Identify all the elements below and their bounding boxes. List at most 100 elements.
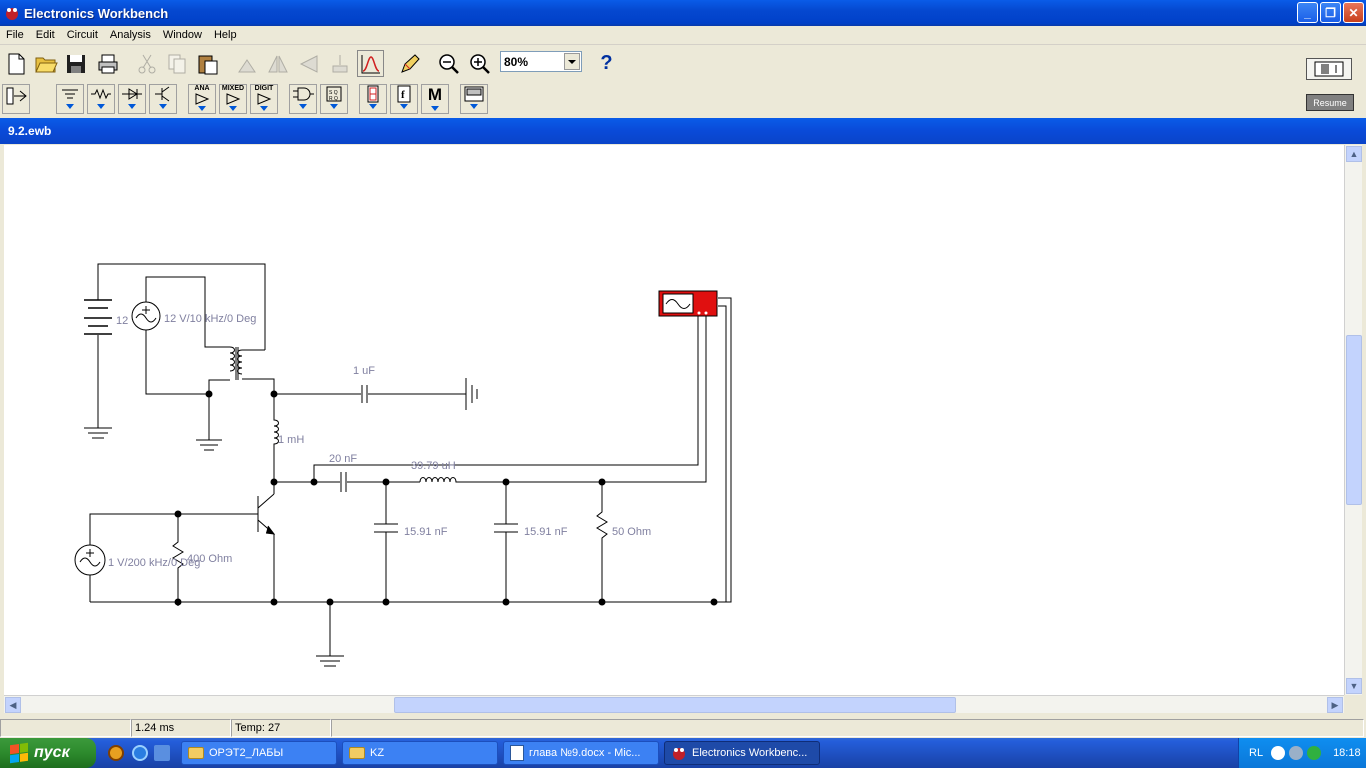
create-subcircuit-button[interactable]: [396, 50, 423, 77]
help-icon: ?: [600, 52, 613, 74]
tray-expand-icon[interactable]: [1271, 746, 1286, 760]
scroll-left-button[interactable]: ◀: [5, 697, 21, 713]
open-button[interactable]: [32, 50, 59, 77]
menu-window[interactable]: Window: [157, 29, 208, 41]
capacitor-3-label: 15.91 nF: [404, 526, 448, 538]
flip-vertical-button[interactable]: [295, 50, 322, 77]
printer-icon: [98, 54, 117, 73]
zoom-out-button[interactable]: [435, 50, 462, 77]
parts-bin-digital[interactable]: S QR Q: [320, 84, 348, 114]
diode-icon: [122, 88, 142, 100]
parts-bin-logic-gates[interactable]: [289, 84, 317, 114]
parts-bin-controls[interactable]: f: [390, 84, 418, 114]
oscilloscope[interactable]: [658, 290, 718, 317]
parts-bin-favorites[interactable]: [2, 84, 30, 114]
zoom-select[interactable]: 80%: [500, 51, 582, 72]
parts-bin-instruments[interactable]: [460, 84, 488, 114]
capacitor-2-label: 20 nF: [329, 453, 357, 465]
task-button-4[interactable]: Electronics Workbenc...: [664, 741, 820, 765]
task-button-3[interactable]: глава №9.docx - Mic...: [503, 741, 659, 765]
chevron-down-icon[interactable]: [564, 53, 580, 70]
parts-bin-toolbar: ANA MIXED DIGIT S QR Q f M Resume: [0, 82, 1366, 114]
circuit-canvas[interactable]: 12 12 V/10 kHz/0 Deg 1 uF 1 mH 20 nF 39.…: [4, 145, 1344, 695]
paste-icon: [198, 55, 217, 74]
svg-text:f: f: [401, 89, 405, 101]
dc-source-label: 12: [116, 315, 128, 327]
task-button-1[interactable]: ОРЭТ2_ЛАБЫ: [181, 741, 337, 765]
rotate-icon: [237, 58, 256, 72]
tray-app-icon[interactable]: [1289, 746, 1304, 760]
internet-explorer-icon[interactable]: [132, 745, 148, 761]
language-indicator[interactable]: RL: [1249, 747, 1263, 759]
zoom-in-button[interactable]: [466, 50, 493, 77]
minimize-button[interactable]: _: [1297, 2, 1318, 23]
parts-bin-analog-ics[interactable]: ANA: [188, 84, 216, 114]
folder-icon: [188, 747, 204, 759]
horizontal-scroll-thumb[interactable]: [394, 697, 956, 713]
scroll-right-button[interactable]: ▶: [1327, 697, 1343, 713]
chevron-up-icon: ▲: [1349, 149, 1359, 159]
power-switch[interactable]: [1306, 58, 1352, 80]
open-folder-icon: [34, 57, 58, 72]
resume-button[interactable]: Resume: [1306, 94, 1354, 111]
paste-button[interactable]: [194, 50, 221, 77]
print-button[interactable]: [94, 50, 121, 77]
graph-icon: [361, 54, 380, 73]
tray-status-icon[interactable]: [1307, 746, 1322, 760]
properties-icon: [332, 54, 347, 72]
rotate-button[interactable]: [233, 50, 260, 77]
floppy-disk-icon: [66, 54, 85, 73]
horizontal-scrollbar[interactable]: ◀ ▶: [4, 695, 1344, 713]
flip-horizontal-button[interactable]: [264, 50, 291, 77]
menu-help[interactable]: Help: [208, 29, 243, 41]
cut-button[interactable]: [133, 50, 160, 77]
function-block-icon: f: [397, 85, 411, 103]
main-toolbar: 80% ?: [0, 47, 1366, 80]
load-resistor-label: 50 Ohm: [612, 526, 651, 538]
scroll-down-button[interactable]: ▼: [1346, 678, 1362, 694]
seven-segment-icon: [367, 85, 379, 103]
quicklaunch-browser-icon[interactable]: [108, 745, 124, 761]
instrument-icon: [464, 86, 484, 102]
task-button-2[interactable]: KZ: [342, 741, 498, 765]
parts-bin-miscellaneous[interactable]: M: [421, 84, 449, 114]
vertical-scrollbar[interactable]: ▲ ▼: [1344, 145, 1362, 695]
help-button[interactable]: ?: [593, 50, 620, 77]
vertical-scroll-thumb[interactable]: [1346, 335, 1362, 505]
windows-logo-icon: [10, 742, 28, 764]
scroll-up-button[interactable]: ▲: [1346, 146, 1362, 162]
parts-bin-mixed-ics[interactable]: MIXED: [219, 84, 247, 114]
close-button[interactable]: ✕: [1343, 2, 1364, 23]
maximize-button[interactable]: ❐: [1320, 2, 1341, 23]
parts-bin-diodes[interactable]: [118, 84, 146, 114]
start-button[interactable]: пуск: [0, 738, 96, 768]
menu-circuit[interactable]: Circuit: [61, 29, 104, 41]
status-cell-4: [331, 719, 1364, 737]
copy-button[interactable]: [163, 50, 190, 77]
parts-bin-transistors[interactable]: [149, 84, 177, 114]
miscellaneous-icon: M: [427, 85, 443, 104]
menu-edit[interactable]: Edit: [30, 29, 61, 41]
flip-flop-icon: S QR Q: [326, 86, 342, 102]
menu-file[interactable]: File: [0, 29, 30, 41]
app-icon[interactable]: [4, 5, 20, 21]
component-properties-button[interactable]: [326, 50, 353, 77]
flip-vertical-icon: [299, 54, 317, 73]
parts-bin-sources[interactable]: [56, 84, 84, 114]
parts-bin-basic[interactable]: [87, 84, 115, 114]
save-button[interactable]: [62, 50, 89, 77]
inductor-1-label: 1 mH: [278, 434, 304, 446]
parts-bin-digital-ics[interactable]: DIGIT: [250, 84, 278, 114]
flip-horizontal-icon: [267, 55, 288, 72]
menu-analysis[interactable]: Analysis: [104, 29, 157, 41]
analysis-graphs-button[interactable]: [357, 50, 384, 77]
parts-bin-indicators[interactable]: [359, 84, 387, 114]
task-label-4: Electronics Workbenc...: [692, 747, 808, 759]
window-title: Electronics Workbench: [24, 5, 169, 21]
show-desktop-icon[interactable]: [154, 745, 170, 761]
clock[interactable]: 18:18: [1333, 747, 1361, 759]
new-button[interactable]: [2, 50, 29, 77]
copy-icon: [168, 54, 185, 73]
start-label: пуск: [34, 744, 70, 761]
bias-resistor-label: 400 Ohm: [187, 553, 232, 565]
